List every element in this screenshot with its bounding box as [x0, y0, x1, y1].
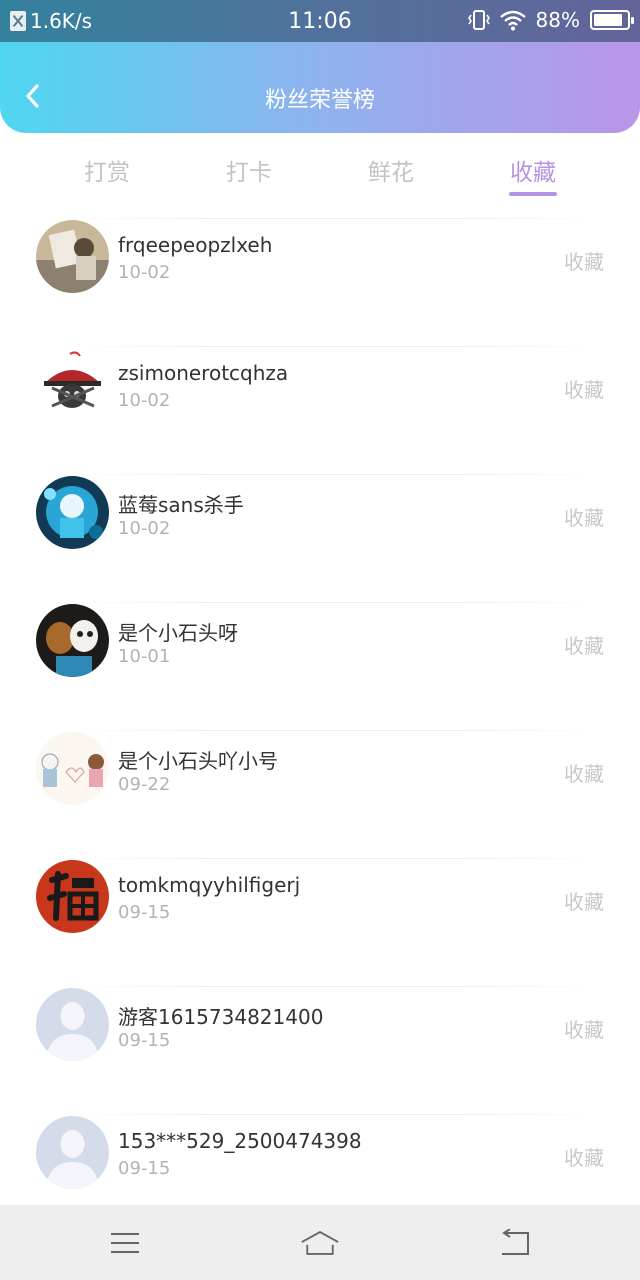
blue-character-avatar[interactable]: [36, 476, 109, 549]
action-label: 收藏: [564, 634, 604, 658]
tab-bar: 打赏 打卡 鲜花 收藏: [0, 145, 640, 205]
user-name: frqeepeopzlxeh: [118, 233, 273, 257]
action-label: 收藏: [564, 762, 604, 786]
fan-list: frqeepeopzlxeh 10-02 收藏 zsimonerotcqhza …: [0, 218, 640, 1242]
user-name: 153***529_2500474398: [118, 1129, 362, 1153]
vibrate-icon: [467, 10, 490, 30]
back-icon: [502, 1229, 529, 1255]
tab-checkin[interactable]: 打卡: [199, 153, 299, 187]
list-item[interactable]: zsimonerotcqhza 10-02 收藏: [0, 346, 640, 474]
user-name: 是个小石头呀: [118, 621, 238, 645]
tab-flowers[interactable]: 鲜花: [341, 153, 441, 187]
date-label: 10-02: [118, 262, 171, 283]
date-label: 09-15: [118, 1158, 171, 1179]
date-label: 10-02: [118, 390, 171, 411]
action-label: 收藏: [564, 378, 604, 402]
date-label: 09-15: [118, 902, 171, 923]
active-tab-indicator: [509, 192, 557, 196]
list-item[interactable]: frqeepeopzlxeh 10-02 收藏: [0, 218, 640, 346]
user-name: 是个小石头吖小号: [118, 749, 278, 773]
photo-avatar[interactable]: [36, 220, 109, 293]
list-item[interactable]: 是个小石头吖小号 09-22 收藏: [0, 730, 640, 858]
home-icon: [301, 1231, 339, 1255]
menu-button[interactable]: [105, 1223, 145, 1263]
action-label: 收藏: [564, 1018, 604, 1042]
status-right: 88%: [467, 8, 634, 32]
user-name: 蓝莓sans杀手: [118, 493, 244, 517]
back-nav-button[interactable]: [495, 1223, 535, 1263]
battery-percent: 88%: [535, 8, 580, 32]
battery-fill: [594, 14, 623, 26]
date-label: 10-02: [118, 518, 171, 539]
couple-heart-avatar[interactable]: [36, 732, 109, 805]
action-label: 收藏: [564, 1146, 604, 1170]
system-nav-bar: [0, 1205, 640, 1280]
menu-icon: [111, 1233, 139, 1253]
list-item[interactable]: 游客1615734821400 09-15 收藏: [0, 986, 640, 1114]
home-button[interactable]: [300, 1223, 340, 1263]
status-bar: 1.6K/s 11:06 88%: [0, 0, 640, 42]
default-user-avatar[interactable]: [36, 988, 109, 1061]
list-item[interactable]: 是个小石头呀 10-01 收藏: [0, 602, 640, 730]
action-label: 收藏: [564, 250, 604, 274]
pirate-skull-avatar[interactable]: [36, 348, 109, 421]
date-label: 09-22: [118, 774, 171, 795]
page-title: 粉丝荣誉榜: [264, 88, 375, 113]
date-label: 09-15: [118, 1030, 171, 1051]
wifi-icon: [499, 10, 526, 31]
action-label: 收藏: [564, 890, 604, 914]
list-item[interactable]: tomkmqyyhilfigerj 09-15 收藏: [0, 858, 640, 986]
date-label: 10-01: [118, 646, 171, 667]
user-name: 游客1615734821400: [118, 1005, 324, 1029]
two-characters-avatar[interactable]: [36, 604, 109, 677]
fu-character-avatar[interactable]: [36, 860, 109, 933]
user-name: zsimonerotcqhza: [118, 361, 289, 385]
default-user-avatar[interactable]: [36, 1116, 109, 1189]
action-label: 收藏: [564, 506, 604, 530]
tab-favorites[interactable]: 收藏: [483, 153, 583, 187]
user-name: tomkmqyyhilfigerj: [118, 873, 301, 897]
battery-icon: [590, 10, 634, 30]
list-item[interactable]: 蓝莓sans杀手 10-02 收藏: [0, 474, 640, 602]
tab-reward[interactable]: 打赏: [57, 153, 157, 187]
